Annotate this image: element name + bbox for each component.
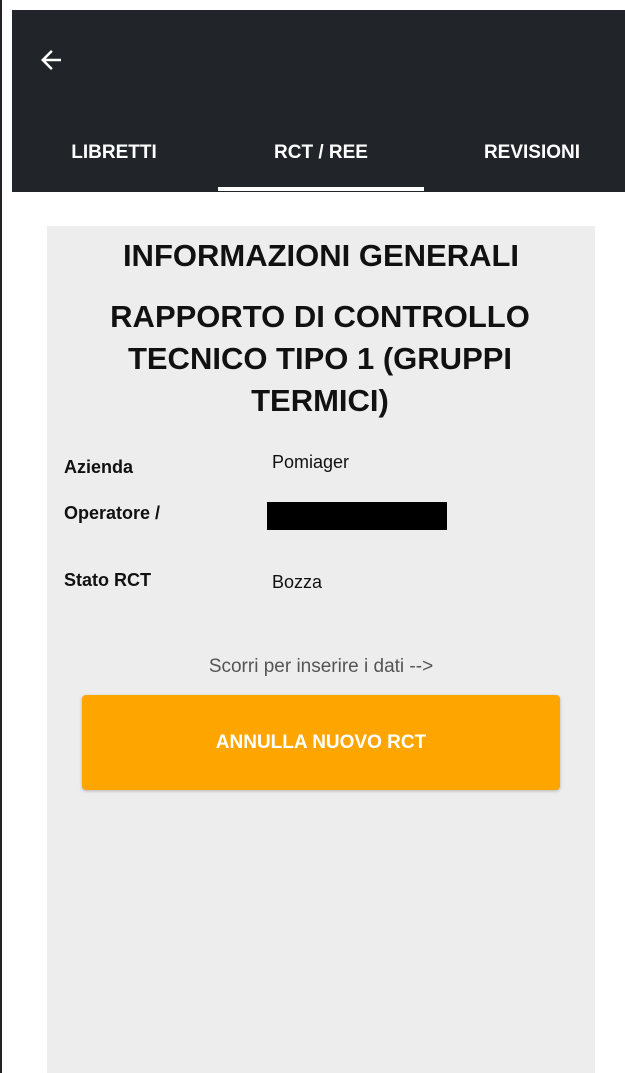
arrow-left-icon: [41, 50, 61, 70]
cancel-new-rct-label: ANNULLA NUOVO RCT: [215, 731, 427, 753]
page-subtitle: RAPPORTO DI CONTROLLO TECNICO TIPO 1 (GR…: [110, 299, 530, 418]
tab-libretti[interactable]: LIBRETTI: [45, 134, 183, 172]
field-value-azienda: Pomiager: [272, 452, 350, 472]
back-button[interactable]: [36, 40, 76, 80]
redacted-operator-value: [267, 502, 447, 530]
tab-rct-ree[interactable]: RCT / REE: [218, 134, 424, 172]
field-label-operatore: Operatore /: [64, 503, 161, 523]
field-label-azienda: Azienda: [64, 457, 134, 477]
window-border: [0, 0, 2, 1073]
active-tab-indicator: [218, 187, 424, 191]
field-value-stato-rct: Bozza: [272, 572, 323, 592]
scroll-hint: Scorri per inserire i dati -->: [208, 656, 434, 677]
field-label-stato-rct: Stato RCT: [64, 570, 151, 590]
tab-revisioni[interactable]: REVISIONI: [452, 134, 612, 172]
cancel-new-rct-button[interactable]: ANNULLA NUOVO RCT: [82, 695, 560, 790]
page-title: INFORMAZIONI GENERALI: [122, 238, 520, 273]
